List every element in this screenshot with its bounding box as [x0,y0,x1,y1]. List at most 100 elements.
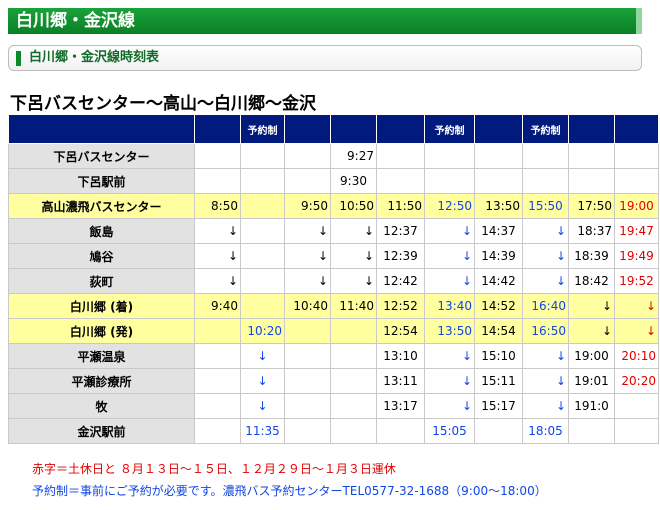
down-arrow-icon: ↓ [194,243,241,269]
time-cell [194,368,241,394]
time-cell [240,293,285,319]
time-cell: 9:50 [284,193,331,219]
time-cell: 16:50 [522,318,569,344]
header-trip-1 [194,114,241,144]
stop-name: 平瀬温泉 [8,343,195,369]
time-cell: 20:20 [614,368,659,394]
down-arrow-icon: ↓ [522,268,569,294]
stop-name: 下呂駅前 [8,168,195,194]
down-arrow-icon: ↓ [522,218,569,244]
time-cell: 8:50 [194,193,241,219]
time-cell [424,143,475,169]
timetable: 予約制 予約制 予約制 下呂バスセンター 9:27 下呂駅前 9:30 高山濃飛バスセンター… [8,114,659,444]
time-cell [614,168,659,194]
time-cell: 12:50 [424,193,475,219]
time-cell: 14:42 [474,268,523,294]
time-cell [284,418,331,444]
time-cell: 19:52 [614,268,659,294]
time-cell: 15:10 [474,343,523,369]
page-header: 白川郷・金沢線 [8,8,642,34]
down-arrow-icon: ↓ [330,268,377,294]
table-row: 下呂バスセンター 9:27 [8,143,659,169]
down-arrow-icon: ↓ [522,393,569,419]
time-cell [330,318,377,344]
time-cell [522,168,569,194]
time-cell [474,168,523,194]
time-cell: 12:39 [376,243,425,269]
header-trip-10 [614,114,659,144]
stop-name: 牧 [8,393,195,419]
table-row: 白川郷 (着) 9:40 10:40 11:40 12:52 13:40 14:52 16:4… [8,293,659,319]
time-cell: 10:40 [284,293,331,319]
time-cell: 9:30 [330,168,377,194]
time-cell [284,143,331,169]
time-cell: 16:40 [522,293,569,319]
time-cell [240,143,285,169]
time-cell [424,168,475,194]
time-cell: 13:50 [474,193,523,219]
reservation-note: 予約制＝事前にご予約が必要です。濃飛バス予約センターTEL0577-32-168… [32,484,547,498]
time-cell: 14:37 [474,218,523,244]
stop-name: 鳩谷 [8,243,195,269]
time-cell: 12:54 [376,318,425,344]
time-cell: 10:20 [240,318,285,344]
time-cell: 12:37 [376,218,425,244]
holiday-note: 赤字＝土休日と ８月１３日〜１５日、１２月２９日〜１月３日運休 [32,462,396,476]
stop-name: 白川郷 (発) [8,318,195,344]
table-row: 下呂駅前 9:30 [8,168,659,194]
table-row: 平瀬診療所 ↓ 13:11 ↓ 15:11 ↓ 19:01 20:20 [8,368,659,394]
time-cell: 9:27 [330,143,377,169]
time-cell: 13:50 [424,318,475,344]
time-cell: 11:35 [240,418,285,444]
section-header: 白川郷・金沢線時刻表 [8,45,642,71]
time-cell: 15:11 [474,368,523,394]
time-cell [330,393,377,419]
header-stop-column [8,114,195,144]
down-arrow-icon: ↓ [522,243,569,269]
table-row: 金沢駅前 11:35 15:05 18:05 [8,418,659,444]
time-cell: 14:54 [474,318,523,344]
time-cell: 18:39 [568,243,615,269]
time-cell [330,343,377,369]
time-cell: 13:10 [376,343,425,369]
section-header-title: 白川郷・金沢線時刻表 [29,50,160,65]
time-cell: 11:50 [376,193,425,219]
down-arrow-icon: ↓ [568,293,615,319]
page-header-title: 白川郷・金沢線 [16,11,135,31]
time-cell: 12:42 [376,268,425,294]
time-cell: 191:0 [568,393,615,419]
time-cell [376,418,425,444]
down-arrow-icon: ↓ [194,268,241,294]
time-cell [330,368,377,394]
down-arrow-icon: ↓ [284,243,331,269]
time-cell: 13:11 [376,368,425,394]
down-arrow-icon: ↓ [330,218,377,244]
time-cell: 19:00 [568,343,615,369]
time-cell [194,343,241,369]
route-title: 下呂バスセンター〜高山〜白川郷〜金沢 [10,94,316,114]
time-cell [522,143,569,169]
header-trip-2: 予約制 [240,114,285,144]
header-trip-6: 予約制 [424,114,475,144]
table-row: 牧 ↓ 13:17 ↓ 15:17 ↓ 191:0 [8,393,659,419]
table-row: 平瀬温泉 ↓ 13:10 ↓ 15:10 ↓ 19:00 20:10 [8,343,659,369]
down-arrow-icon: ↓ [614,318,659,344]
down-arrow-icon: ↓ [330,243,377,269]
table-row: 飯島 ↓ ↓ ↓ 12:37 ↓ 14:37 ↓ 18:37 19:47 [8,218,659,244]
time-cell [194,418,241,444]
down-arrow-icon: ↓ [522,368,569,394]
time-cell: 10:50 [330,193,377,219]
section-marker-icon [16,51,21,66]
time-cell [614,393,659,419]
down-arrow-icon: ↓ [424,368,475,394]
stop-name: 下呂バスセンター [8,143,195,169]
time-cell: 14:52 [474,293,523,319]
time-cell: 14:39 [474,243,523,269]
header-trip-5 [376,114,425,144]
time-cell [568,143,615,169]
time-cell: 15:05 [424,418,475,444]
time-cell: 18:42 [568,268,615,294]
time-cell [376,168,425,194]
time-cell: 9:40 [194,293,241,319]
down-arrow-icon: ↓ [284,218,331,244]
